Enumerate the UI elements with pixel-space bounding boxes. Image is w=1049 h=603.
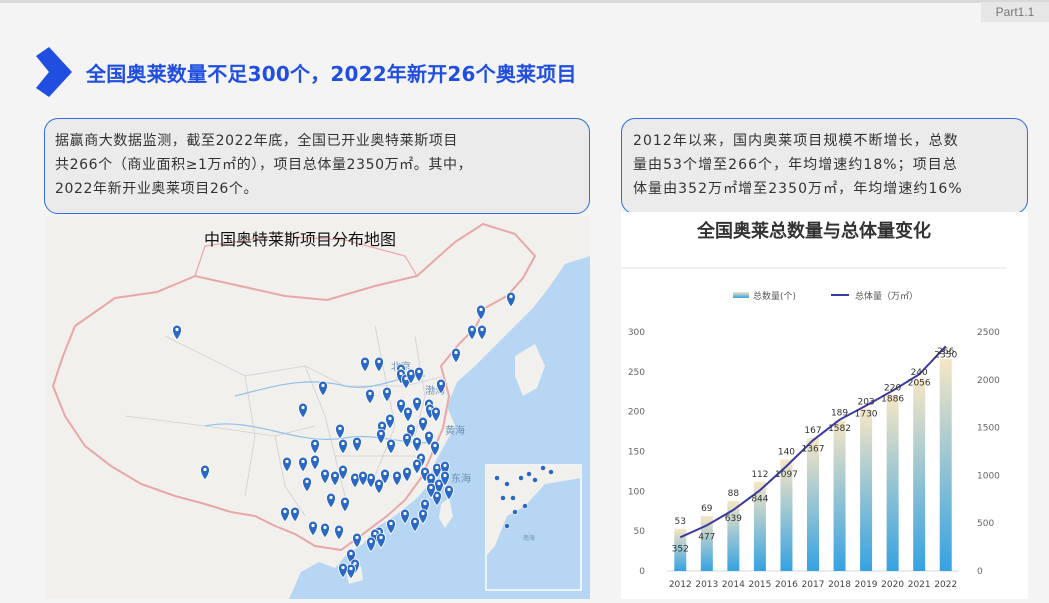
line-value-label: 1730 <box>855 410 878 420</box>
bar-value-label: 220 <box>884 384 901 394</box>
bar <box>833 420 846 571</box>
inset-pin-icon <box>518 475 524 481</box>
inset-pin-icon <box>510 495 516 501</box>
x-tick-label: 2022 <box>934 580 957 590</box>
line-value-label: 1582 <box>828 424 851 434</box>
line-value-label: 477 <box>698 532 715 542</box>
inset-pin-icon <box>522 503 528 509</box>
y-left-tick-label: 250 <box>628 368 645 378</box>
inset-pin-icon <box>512 509 518 515</box>
part-tag: Part1.1 <box>981 2 1049 22</box>
summary-box-right: 2012年以来，国内奥莱项目规模不断增长，总数 量由53个增至266个，年均增速… <box>621 118 1028 214</box>
map-inset: 南海 <box>485 464 582 591</box>
bar-value-label: 112 <box>751 470 768 480</box>
x-tick-label: 2016 <box>775 580 798 590</box>
line-value-label: 1367 <box>802 444 825 454</box>
bar <box>886 395 899 571</box>
y-left-tick-label: 150 <box>628 448 645 458</box>
line-value-label: 844 <box>751 494 768 504</box>
bar-value-label: 203 <box>857 397 874 407</box>
map-title: 中国奥特莱斯项目分布地图 <box>203 230 396 249</box>
summary-left-line: 2022年新开业奥莱项目26个。 <box>55 181 259 197</box>
bar-value-label: 140 <box>778 447 795 457</box>
map-korea <box>515 344 545 396</box>
outlet-pin-icon <box>386 518 396 535</box>
summary-left-line: 据赢商大数据监测，截至2022年底，全国已开业奥特莱斯项目 <box>55 133 459 149</box>
legend-line: 总体量（万㎡） <box>855 290 918 302</box>
outlet-pin-icon <box>444 484 454 501</box>
chart-panel: 全国奥莱总数量与总体量变化 总数量(个) 总体量（万㎡） 300 250 200 15… <box>621 212 1028 599</box>
line-value-label: 1097 <box>775 470 798 480</box>
y-right-tick-label: 1000 <box>977 471 1000 481</box>
inset-pin-icon <box>494 475 500 481</box>
bar-value-label: 167 <box>804 426 821 436</box>
top-divider <box>0 0 1049 3</box>
bar-value-label: 240 <box>911 368 928 378</box>
x-tick-label: 2018 <box>828 580 851 590</box>
chart-title: 全国奥莱总数量与总体量变化 <box>696 220 931 242</box>
bar <box>939 359 952 571</box>
outlet-pin-icon <box>400 508 410 525</box>
x-tick-label: 2021 <box>908 580 931 590</box>
legend-bars: 总数量(个) <box>753 290 796 302</box>
x-tick-label: 2013 <box>695 580 718 590</box>
line-value-label: 1886 <box>881 395 904 405</box>
bar <box>913 379 926 571</box>
map-taiwan <box>439 498 453 528</box>
summary-box-left: 据赢商大数据监测，截至2022年底，全国已开业奥特莱斯项目 共266个（商业面积… <box>44 118 590 214</box>
summary-right-line: 体量由352万㎡增至2350万㎡，年均增速约16% <box>633 181 963 197</box>
inset-pin-icon <box>500 495 506 501</box>
inset-pin-icon <box>548 469 554 475</box>
sea-label: 东海 <box>451 472 471 485</box>
y-right-tick-label: 500 <box>977 519 994 529</box>
inset-pin-icon <box>526 471 532 477</box>
map-svg: 渤海 黄海 东海 北京 南海 <box>45 216 590 599</box>
outlet-distribution-map: 渤海 黄海 东海 北京 南海 中国奥特莱斯项目分布地图 <box>45 216 590 599</box>
y-left-tick-label: 300 <box>628 328 645 338</box>
bar-value-label: 88 <box>728 489 740 499</box>
bar-value-label: 53 <box>675 517 686 527</box>
bar <box>860 409 873 571</box>
legend-swatch-bars <box>733 292 749 298</box>
line-value-label: 2350 <box>934 350 957 360</box>
x-tick-label: 2019 <box>855 580 878 590</box>
inset-pin-icon <box>540 465 546 471</box>
bar-value-label: 69 <box>701 504 713 514</box>
chart-svg: 全国奥莱总数量与总体量变化 总数量(个) 总体量（万㎡） 300 250 200 15… <box>621 220 1007 590</box>
sea-label: 南海 <box>523 534 535 542</box>
inset-pin-icon <box>532 477 538 483</box>
y-right-tick-label: 2500 <box>977 328 1000 338</box>
outlet-pin-icon <box>366 536 376 553</box>
line-value-label: 639 <box>725 514 742 524</box>
y-right-tick-label: 0 <box>977 567 983 577</box>
y-left-tick-label: 200 <box>628 408 645 418</box>
x-tick-label: 2015 <box>748 580 771 590</box>
x-tick-label: 2017 <box>802 580 825 590</box>
outlet-pin-icon <box>376 532 386 549</box>
bar-value-label: 189 <box>831 408 848 418</box>
y-left-tick-label: 100 <box>628 487 645 497</box>
x-tick-label: 2012 <box>669 580 692 590</box>
y-right-tick-label: 2000 <box>977 376 1000 386</box>
x-tick-label: 2020 <box>881 580 904 590</box>
inset-pin-icon <box>504 523 510 529</box>
bar <box>807 437 819 571</box>
outlet-pin-icon <box>338 562 348 579</box>
y-right-tick-label: 1500 <box>977 424 1000 434</box>
x-tick-label: 2014 <box>722 580 745 590</box>
y-left-tick-label: 50 <box>634 527 646 537</box>
sea-label: 黄海 <box>445 424 465 437</box>
line-value-label: 352 <box>672 544 689 554</box>
inset-pin-icon <box>504 481 510 487</box>
summary-right-line: 量由53个增至266个，年均增速约18%；项目总 <box>633 157 958 173</box>
line-value-label: 2056 <box>908 378 931 388</box>
page-headline: 全国奥莱数量不足300个，2022年新开26个奥莱项目 <box>86 62 577 86</box>
summary-right-line: 2012年以来，国内奥莱项目规模不断增长，总数 <box>633 133 959 149</box>
outlet-pin-icon <box>410 516 420 533</box>
summary-left-line: 共266个（商业面积≥1万㎡的），项目总体量2350万㎡。其中， <box>55 157 473 173</box>
y-left-tick-label: 0 <box>639 567 645 577</box>
headline-arrow-icon <box>36 47 72 97</box>
